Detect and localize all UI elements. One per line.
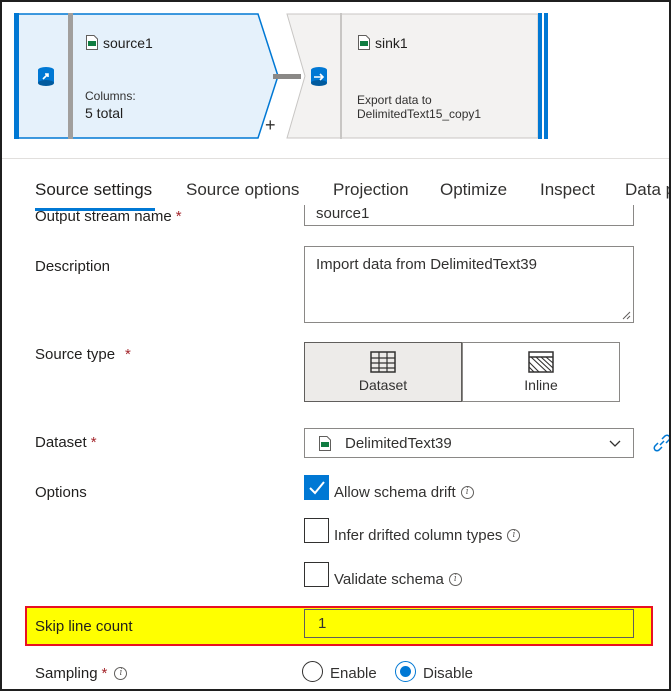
validate-schema-label: Validate schema i (334, 571, 462, 588)
source-type-label: Source type * (35, 346, 131, 363)
source-type-dataset-option[interactable]: Dataset (304, 342, 462, 402)
validate-schema-checkbox[interactable] (304, 562, 329, 587)
info-icon[interactable]: i (448, 573, 462, 586)
sink1-node[interactable]: sink1 Export data to DelimitedText15_cop… (284, 13, 552, 139)
infer-drifted-types-label: Infer drifted column types i (334, 527, 521, 544)
sampling-disable-radio[interactable] (395, 661, 416, 682)
dataset-sink-icon (311, 67, 327, 86)
skip-line-count-input[interactable]: 1 (304, 609, 634, 638)
dataflow-editor: source1 Columns: 5 total + sink1 Export … (0, 0, 671, 691)
info-icon[interactable]: i (114, 667, 128, 680)
csv-file-icon (319, 436, 331, 451)
tab-inspect[interactable]: Inspect (540, 180, 595, 200)
source-columns-label: Columns: (85, 89, 136, 103)
source-node-title: source1 (103, 35, 153, 51)
add-transform-button[interactable]: + (265, 116, 276, 134)
output-stream-label: Output stream name * (35, 208, 182, 225)
options-label: Options (35, 484, 87, 501)
dataset-source-icon (38, 67, 54, 86)
sampling-disable-label: Disable (423, 665, 474, 682)
description-value: Import data from DelimitedText39 (316, 256, 537, 273)
description-textarea[interactable]: Import data from DelimitedText39 (304, 246, 634, 323)
dataset-select[interactable]: DelimitedText39 (304, 428, 634, 458)
inline-option-label: Inline (524, 377, 558, 393)
chevron-down-icon (609, 440, 621, 447)
output-stream-input[interactable]: source1 (304, 205, 634, 226)
sampling-label: Sampling * i (35, 665, 128, 682)
tab-source-options[interactable]: Source options (186, 180, 299, 200)
infer-drifted-types-checkbox[interactable] (304, 518, 329, 543)
info-icon[interactable]: i (460, 486, 474, 499)
hatched-grid-icon (528, 351, 554, 373)
tab-data-preview[interactable]: Data p (625, 180, 669, 200)
dataset-select-value: DelimitedText39 (345, 435, 452, 452)
csv-file-icon (86, 35, 98, 50)
settings-tabs: Source settings Source options Projectio… (2, 158, 669, 211)
info-icon[interactable]: i (507, 529, 521, 542)
dataset-option-label: Dataset (358, 377, 408, 393)
source1-node[interactable]: source1 Columns: 5 total (14, 13, 280, 139)
link-icon[interactable] (652, 433, 671, 453)
source-type-inline-option[interactable]: Inline (462, 342, 620, 402)
tab-projection[interactable]: Projection (333, 180, 409, 200)
sampling-enable-label: Enable (330, 665, 377, 682)
dataset-label: Dataset * (35, 434, 97, 451)
skip-line-count-label: Skip line count (35, 618, 133, 635)
sink-desc-line2: DelimitedText15_copy1 (357, 107, 482, 121)
checkmark-icon (309, 481, 325, 495)
sampling-enable-radio[interactable] (302, 661, 323, 682)
tab-optimize[interactable]: Optimize (440, 180, 507, 200)
sink-node-title: sink1 (375, 35, 408, 51)
tab-source-settings[interactable]: Source settings (35, 180, 152, 200)
csv-file-icon (358, 35, 370, 50)
flow-canvas: source1 Columns: 5 total + sink1 Export … (2, 2, 669, 158)
table-grid-icon (370, 351, 396, 373)
allow-schema-drift-label: Allow schema drift i (334, 484, 474, 501)
description-label: Description (35, 258, 111, 275)
allow-schema-drift-checkbox[interactable] (304, 475, 329, 500)
source-columns-value: 5 total (85, 105, 124, 121)
resize-grip-icon[interactable] (621, 310, 631, 320)
sink-desc-line1: Export data to (357, 93, 432, 107)
